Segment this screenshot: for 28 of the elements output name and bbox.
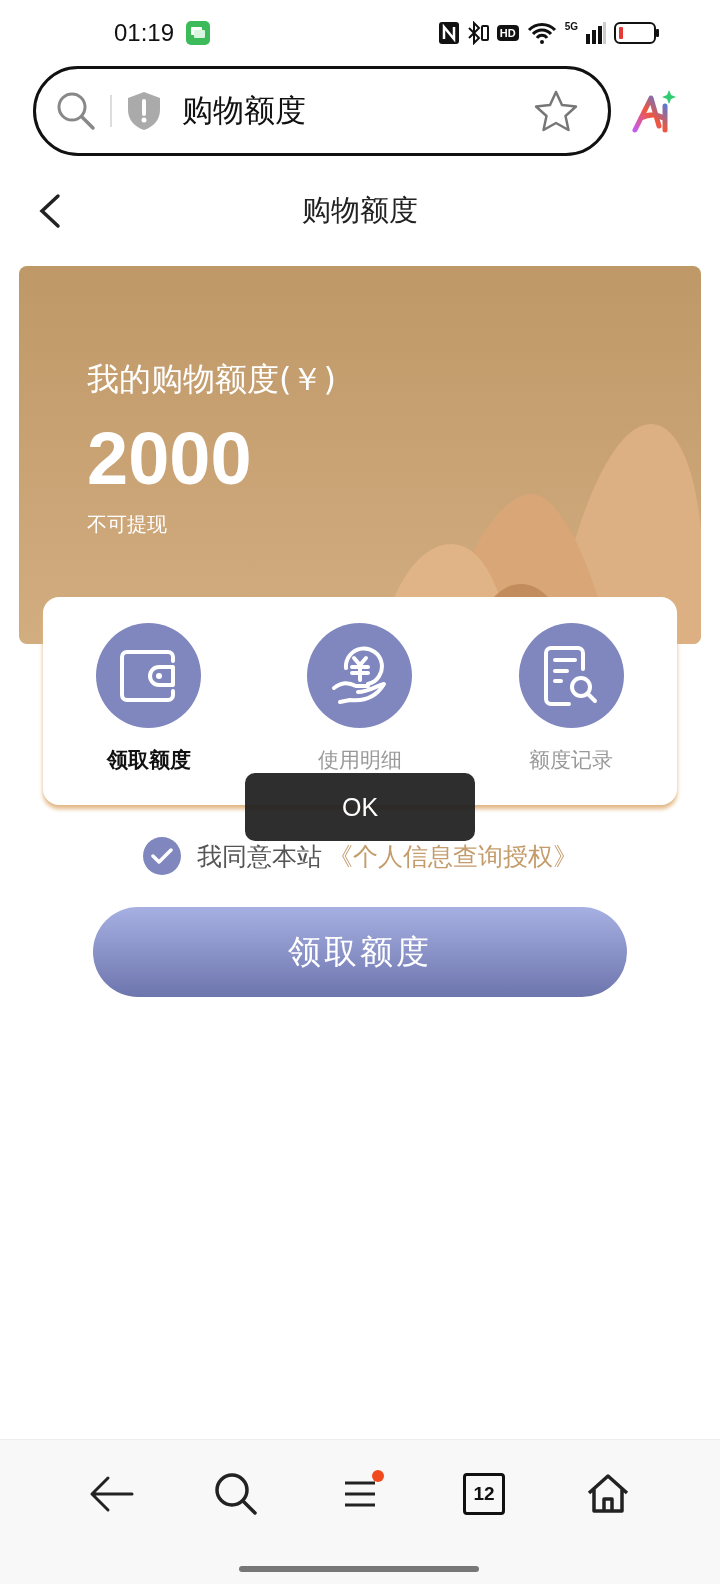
message-app-icon xyxy=(186,21,211,45)
warning-shield-icon xyxy=(126,91,162,131)
document-search-icon xyxy=(543,644,600,707)
search-icon xyxy=(56,91,96,131)
address-text: 购物额度 xyxy=(182,91,307,130)
address-bar[interactable]: 购物额度 xyxy=(33,66,611,156)
quota-amount: 2000 xyxy=(87,416,253,501)
wifi-icon xyxy=(526,22,557,44)
battery-icon xyxy=(614,22,660,44)
authorization-link[interactable]: 《个人信息查询授权》 xyxy=(327,839,578,873)
page-title: 购物额度 xyxy=(302,192,418,229)
bluetooth-icon xyxy=(466,21,489,45)
ai-assistant-icon[interactable] xyxy=(631,88,677,134)
message-toast: OK xyxy=(245,773,475,841)
hd-label: HD xyxy=(496,25,519,41)
check-icon xyxy=(150,848,173,864)
menu-icon xyxy=(343,1480,377,1508)
nfc-icon xyxy=(438,22,459,44)
quota-note: 不可提现 xyxy=(87,511,168,538)
claim-button[interactable]: 领取额度 xyxy=(93,907,627,997)
clock-time: 01:19 xyxy=(114,19,175,47)
star-icon[interactable] xyxy=(534,90,578,132)
agreement-text: 我同意本站 xyxy=(196,840,322,873)
tabs-button[interactable]: 12 xyxy=(454,1464,514,1524)
network-label: 5G xyxy=(564,21,578,32)
quota-label: 我的购物额度(￥) xyxy=(87,359,337,400)
agreement-checkbox[interactable] xyxy=(142,837,181,875)
signal-icon xyxy=(586,22,606,44)
